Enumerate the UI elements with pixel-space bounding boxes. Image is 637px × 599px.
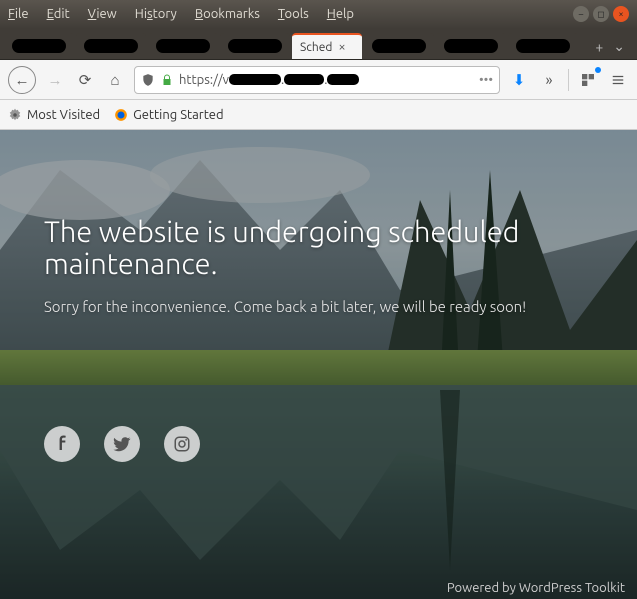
maximize-button[interactable]: ◻ bbox=[593, 6, 609, 22]
tab-label: Sched bbox=[300, 41, 332, 54]
social-links: f bbox=[44, 426, 200, 462]
menu-history[interactable]: History bbox=[135, 7, 177, 21]
minimize-button[interactable]: – bbox=[573, 6, 589, 22]
downloads-button[interactable]: ⬇ bbox=[508, 69, 530, 91]
tab-close-icon[interactable]: × bbox=[338, 40, 345, 54]
nav-toolbar: ← → ⟳ ⌂ https://v.. ••• ⬇ » bbox=[0, 60, 637, 100]
url-text: https://v.. bbox=[179, 73, 473, 87]
bookmark-most-visited[interactable]: Most Visited bbox=[8, 108, 100, 122]
menu-view[interactable]: View bbox=[88, 7, 117, 21]
menubar: File Edit View History Bookmarks Tools H… bbox=[8, 7, 354, 21]
menu-edit[interactable]: Edit bbox=[47, 7, 70, 21]
home-button[interactable]: ⌂ bbox=[104, 69, 126, 91]
tab-active[interactable]: Sched × bbox=[292, 33, 362, 59]
firefox-icon bbox=[114, 108, 128, 122]
page-heading: The website is undergoing scheduled main… bbox=[44, 216, 617, 280]
maintenance-message: The website is undergoing scheduled main… bbox=[44, 216, 617, 315]
forward-button[interactable]: → bbox=[44, 69, 66, 91]
menu-tools[interactable]: Tools bbox=[278, 7, 309, 21]
lock-icon[interactable] bbox=[161, 74, 173, 86]
menu-file[interactable]: File bbox=[8, 7, 29, 21]
tab-obscured-3[interactable] bbox=[148, 33, 218, 59]
titlebar: File Edit View History Bookmarks Tools H… bbox=[0, 0, 637, 28]
reload-button[interactable]: ⟳ bbox=[74, 69, 96, 91]
bookmark-label: Getting Started bbox=[133, 108, 223, 122]
bookmark-label: Most Visited bbox=[27, 108, 100, 122]
tab-obscured-6[interactable] bbox=[436, 33, 506, 59]
overflow-button[interactable]: » bbox=[538, 69, 560, 91]
page-footer: Powered by WordPress Toolkit bbox=[447, 577, 625, 599]
tab-obscured-4[interactable] bbox=[220, 33, 290, 59]
tab-list-dropdown[interactable]: ⌄ bbox=[613, 38, 625, 55]
tab-obscured-2[interactable] bbox=[76, 33, 146, 59]
app-menu-button[interactable] bbox=[607, 69, 629, 91]
extension-button[interactable] bbox=[577, 69, 599, 91]
close-window-button[interactable]: × bbox=[613, 6, 629, 22]
instagram-icon[interactable] bbox=[164, 426, 200, 462]
twitter-icon[interactable] bbox=[104, 426, 140, 462]
page-subtext: Sorry for the inconvenience. Come back a… bbox=[44, 298, 617, 315]
menu-help[interactable]: Help bbox=[327, 7, 354, 21]
tab-obscured-1[interactable] bbox=[4, 33, 74, 59]
back-button[interactable]: ← bbox=[8, 66, 36, 94]
page-content: The website is undergoing scheduled main… bbox=[0, 130, 637, 599]
bookmarks-toolbar: Most Visited Getting Started bbox=[0, 100, 637, 130]
tab-obscured-7[interactable] bbox=[508, 33, 578, 59]
dark-overlay bbox=[0, 130, 637, 599]
facebook-icon[interactable]: f bbox=[44, 426, 80, 462]
page-actions-icon[interactable]: ••• bbox=[479, 73, 493, 87]
tab-obscured-5[interactable] bbox=[364, 33, 434, 59]
new-tab-button[interactable]: + bbox=[595, 39, 603, 55]
tab-bar: Sched × + ⌄ bbox=[0, 28, 637, 60]
shield-icon[interactable] bbox=[141, 73, 155, 87]
window-controls: – ◻ × bbox=[573, 6, 629, 22]
gear-icon bbox=[8, 108, 22, 122]
url-bar[interactable]: https://v.. ••• bbox=[134, 66, 500, 94]
menu-bookmarks[interactable]: Bookmarks bbox=[195, 7, 260, 21]
bookmark-getting-started[interactable]: Getting Started bbox=[114, 108, 223, 122]
